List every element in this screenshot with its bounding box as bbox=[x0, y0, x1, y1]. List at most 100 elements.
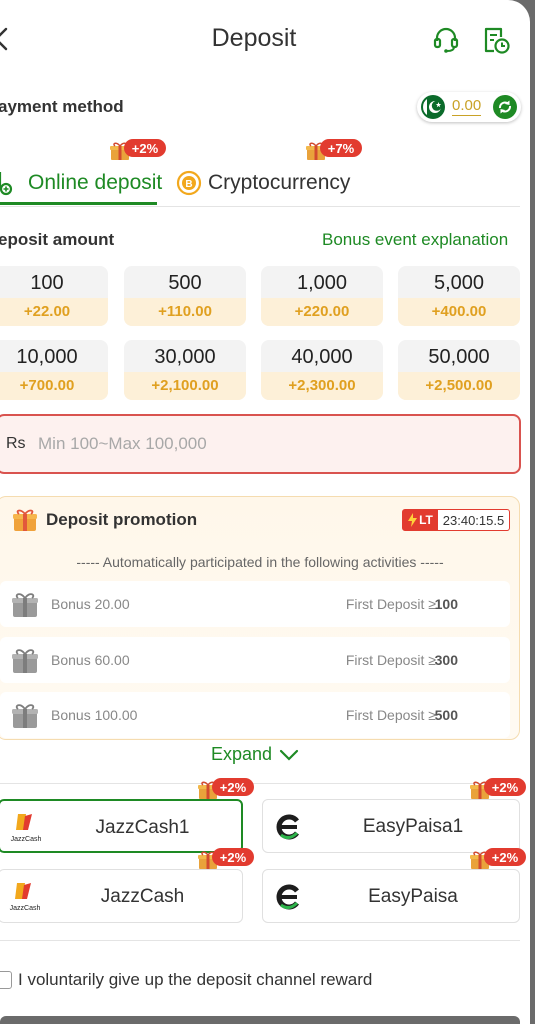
amount-value: 50,000 bbox=[428, 346, 490, 368]
badge-pill: +2% bbox=[124, 139, 166, 157]
amount-option[interactable]: 1,000 +220.00 bbox=[261, 266, 383, 326]
amount-option[interactable]: 50,000 +2,500.00 bbox=[398, 340, 520, 400]
promotion-condition: First Deposit ≥ bbox=[345, 707, 436, 723]
section-divider bbox=[0, 783, 520, 784]
amount-bonus: +2,100.00 bbox=[124, 372, 246, 400]
deposit-amount-label: eposit amount bbox=[0, 230, 115, 249]
section-divider bbox=[0, 940, 520, 941]
expand-button[interactable]: Expand bbox=[211, 744, 300, 765]
amount-option[interactable]: 30,000 +2,100.00 bbox=[124, 340, 246, 400]
svg-text:JazzCash: JazzCash bbox=[11, 836, 42, 843]
badge-pill: +2% bbox=[484, 848, 526, 866]
gift-icon bbox=[13, 509, 37, 531]
channel-name: EasyPaisa1 bbox=[362, 816, 464, 837]
tab-online-deposit-label: Online deposit bbox=[28, 171, 163, 194]
bottom-action-bar[interactable] bbox=[0, 1016, 520, 1024]
channel-jazzcash1[interactable]: JazzCash JazzCash1 bbox=[0, 799, 243, 853]
customer-support-icon[interactable] bbox=[431, 25, 461, 55]
deposit-history-icon[interactable] bbox=[481, 25, 511, 55]
amount-bonus: +700.00 bbox=[0, 372, 108, 400]
timer-tag: LT bbox=[419, 513, 433, 527]
gift-gray-icon bbox=[12, 593, 38, 617]
jazzcash-logo-icon: JazzCash bbox=[11, 814, 42, 843]
promotion-item: Bonus 60.00 First Deposit ≥ 300 bbox=[0, 637, 510, 683]
channel-name: JazzCash1 bbox=[95, 817, 190, 838]
amount-input-box: Rs bbox=[0, 414, 521, 474]
channel-bonus-badge: +2% bbox=[470, 778, 526, 799]
give-up-reward-label[interactable]: I voluntarily give up the deposit channe… bbox=[18, 970, 372, 990]
promotion-condition: First Deposit ≥ bbox=[345, 596, 436, 612]
lightning-icon: LT bbox=[403, 510, 438, 530]
gift-gray-icon bbox=[12, 649, 38, 673]
expand-label: Expand bbox=[211, 744, 273, 764]
promotion-item: Bonus 20.00 First Deposit ≥ 100 bbox=[0, 581, 510, 627]
crypto-bonus-badge: +7% bbox=[306, 139, 362, 160]
channel-jazzcash[interactable]: JazzCash JazzCash bbox=[0, 869, 243, 923]
channel-name: EasyPaisa bbox=[368, 886, 458, 907]
promotion-bonus: Bonus 60.00 bbox=[51, 652, 130, 668]
payment-method-label: ayment method bbox=[0, 97, 124, 116]
amount-value: 500 bbox=[168, 272, 202, 294]
promotion-threshold: 500 bbox=[434, 707, 458, 723]
amount-bonus: +400.00 bbox=[398, 298, 520, 326]
online-deposit-bonus-badge: +2% bbox=[110, 139, 166, 160]
jazzcash-logo-icon: JazzCash bbox=[10, 883, 41, 912]
amount-value: 10,000 bbox=[16, 346, 78, 368]
amount-option[interactable]: 500 +110.00 bbox=[124, 266, 246, 326]
amount-option[interactable]: 40,000 +2,300.00 bbox=[261, 340, 383, 400]
amount-bonus: +2,300.00 bbox=[261, 372, 383, 400]
badge-pill: +2% bbox=[484, 778, 526, 796]
bonus-event-explanation-link[interactable]: Bonus event explanation bbox=[322, 230, 508, 250]
channel-bonus-badge: +2% bbox=[470, 848, 526, 869]
amount-bonus: +2,500.00 bbox=[398, 372, 520, 400]
easypaisa-logo-icon bbox=[276, 884, 299, 910]
chevron-down-icon bbox=[279, 749, 299, 761]
svg-text:B: B bbox=[185, 179, 192, 190]
channel-easypaisa1[interactable]: EasyPaisa1 bbox=[262, 799, 520, 853]
refresh-icon[interactable] bbox=[493, 95, 517, 119]
deposit-sheet: Deposit ayment method 0.00 Online deposi… bbox=[0, 0, 530, 1024]
amount-value: 100 bbox=[30, 272, 64, 294]
svg-text:JazzCash: JazzCash bbox=[10, 905, 41, 912]
amount-bonus: +22.00 bbox=[0, 298, 108, 326]
amount-option[interactable]: 10,000 +700.00 bbox=[0, 340, 108, 400]
promotion-bonus: Bonus 20.00 bbox=[51, 596, 130, 612]
auto-participation-text: ----- Automatically participated in the … bbox=[76, 554, 444, 570]
tab-cryptocurrency[interactable]: B Cryptocurrency bbox=[176, 162, 350, 204]
amount-value: 5,000 bbox=[433, 272, 485, 294]
online-deposit-icon bbox=[0, 172, 13, 196]
promotion-title: Deposit promotion bbox=[46, 510, 198, 529]
tab-divider bbox=[0, 206, 520, 207]
amount-option[interactable]: 5,000 +400.00 bbox=[398, 266, 520, 326]
channel-name: JazzCash bbox=[100, 886, 185, 907]
promotion-threshold: 300 bbox=[434, 652, 458, 668]
promotion-threshold: 100 bbox=[434, 596, 458, 612]
give-up-reward-checkbox[interactable] bbox=[0, 971, 12, 989]
channel-easypaisa[interactable]: EasyPaisa bbox=[262, 869, 520, 923]
active-tab-indicator bbox=[0, 202, 157, 205]
badge-pill: +7% bbox=[320, 139, 362, 157]
amount-option[interactable]: 100 +22.00 bbox=[0, 266, 108, 326]
bitcoin-icon: B bbox=[176, 170, 202, 196]
amount-input[interactable] bbox=[38, 430, 498, 458]
tab-cryptocurrency-label: Cryptocurrency bbox=[208, 171, 351, 194]
amount-value: 30,000 bbox=[154, 346, 216, 368]
badge-pill: +2% bbox=[212, 848, 254, 866]
promotion-item: Bonus 100.00 First Deposit ≥ 500 bbox=[0, 692, 510, 738]
amount-bonus: +110.00 bbox=[124, 298, 246, 326]
tab-online-deposit[interactable]: Online deposit bbox=[0, 162, 162, 204]
promotion-timer: LT 23:40:15.5 bbox=[402, 509, 510, 531]
amount-value: 40,000 bbox=[291, 346, 353, 368]
gift-gray-icon bbox=[12, 704, 38, 728]
amount-value: 1,000 bbox=[296, 272, 348, 294]
promotion-condition: First Deposit ≥ bbox=[345, 652, 436, 668]
balance-value: 0.00 bbox=[452, 97, 482, 116]
promotion-bonus: Bonus 100.00 bbox=[51, 707, 138, 723]
pakistan-flag-icon bbox=[421, 95, 445, 119]
easypaisa-logo-icon bbox=[276, 814, 299, 840]
channel-bonus-badge: +2% bbox=[198, 848, 254, 869]
amount-bonus: +220.00 bbox=[261, 298, 383, 326]
balance-pill: 0.00 bbox=[417, 92, 521, 122]
currency-label: Rs bbox=[6, 435, 26, 452]
badge-pill: +2% bbox=[212, 778, 254, 796]
